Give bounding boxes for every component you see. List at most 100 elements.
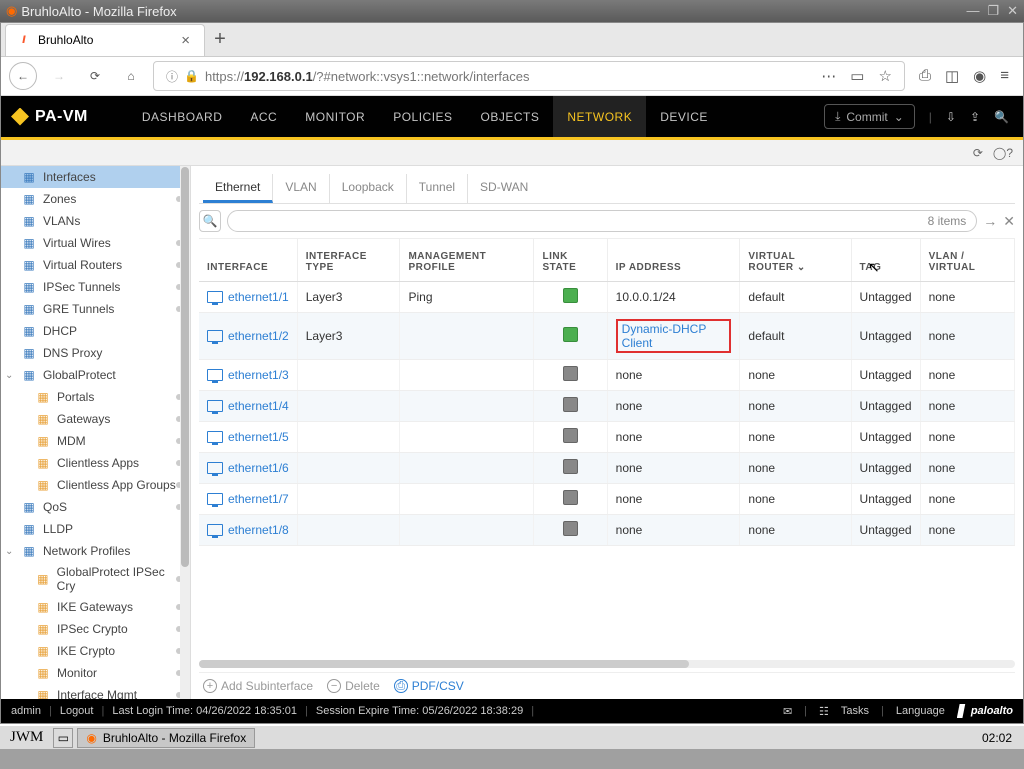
export-pdf-csv-button[interactable]: ⎙PDF/CSV — [394, 679, 464, 693]
sidebar-item-virtual-routers[interactable]: ▦Virtual Routers — [1, 254, 190, 276]
logout-link[interactable]: Logout — [60, 705, 94, 717]
sidebar-item-portals[interactable]: ▦Portals — [1, 386, 190, 408]
table-row[interactable]: ethernet1/4nonenoneUntaggednone — [199, 391, 1015, 422]
nav-policies[interactable]: POLICIES — [379, 96, 466, 137]
tab-tunnel[interactable]: Tunnel — [407, 174, 468, 203]
sidebar-item-virtual-wires[interactable]: ▦Virtual Wires — [1, 232, 190, 254]
messages-icon[interactable]: ✉ — [783, 705, 792, 718]
reload-button[interactable]: ⟳ — [81, 62, 109, 90]
nav-device[interactable]: DEVICE — [646, 96, 722, 137]
sidebar-item-ipsec-crypto[interactable]: ▦IPSec Crypto — [1, 618, 190, 640]
interface-link[interactable]: ethernet1/4 — [228, 399, 289, 413]
add-subinterface-button[interactable]: +Add Subinterface — [203, 679, 313, 693]
column-header[interactable]: INTERFACE TYPE — [297, 239, 400, 282]
interface-link[interactable]: ethernet1/5 — [228, 430, 289, 444]
sidebar-item-gre-tunnels[interactable]: ▦GRE Tunnels — [1, 298, 190, 320]
start-menu-button[interactable]: JWM — [4, 729, 49, 746]
sidebar-item-network-profiles[interactable]: ⌄▦Network Profiles — [1, 540, 190, 562]
home-button[interactable]: ⌂ — [117, 62, 145, 90]
sidebar-scrollbar[interactable] — [180, 166, 190, 699]
interface-link[interactable]: ethernet1/3 — [228, 368, 289, 382]
sidebar-item-interfaces[interactable]: ▦Interfaces — [1, 166, 190, 188]
ip-link[interactable]: Dynamic-DHCP Client — [622, 322, 706, 350]
search-next-icon[interactable]: → — [983, 213, 997, 229]
sidebar-item-clientless-apps[interactable]: ▦Clientless Apps — [1, 452, 190, 474]
column-header[interactable]: TAG — [851, 239, 920, 282]
config-import-icon[interactable]: ⇩ — [946, 110, 956, 124]
refresh-icon[interactable]: ⟳ — [973, 146, 983, 160]
browser-tab[interactable]: BruhloAlto × — [5, 24, 205, 56]
global-search-icon[interactable]: 🔍 — [994, 110, 1009, 124]
sidebar-item-vlans[interactable]: ▦VLANs — [1, 210, 190, 232]
sidebar-item-globalprotect[interactable]: ⌄▦GlobalProtect — [1, 364, 190, 386]
sidebar-item-lldp[interactable]: ▦LLDP — [1, 518, 190, 540]
sidebar-item-ipsec-tunnels[interactable]: ▦IPSec Tunnels — [1, 276, 190, 298]
page-actions-icon[interactable]: ⋯ — [821, 67, 836, 85]
sidebar-item-zones[interactable]: ▦Zones — [1, 188, 190, 210]
table-row[interactable]: ethernet1/5nonenoneUntaggednone — [199, 422, 1015, 453]
collapse-icon[interactable]: ⌄ — [5, 546, 13, 557]
interface-link[interactable]: ethernet1/6 — [228, 461, 289, 475]
url-bar[interactable]: ⓘ 🔒 https://192.168.0.1/?#network::vsys1… — [153, 61, 905, 91]
tab-close-button[interactable]: × — [177, 32, 194, 49]
interface-link[interactable]: ethernet1/8 — [228, 523, 289, 537]
collapse-icon[interactable]: ⌄ — [5, 370, 13, 381]
interface-link[interactable]: ethernet1/7 — [228, 492, 289, 506]
search-clear-icon[interactable]: ✕ — [1003, 213, 1015, 230]
tab-vlan[interactable]: VLAN — [273, 174, 329, 203]
column-header[interactable]: MANAGEMENT PROFILE — [400, 239, 534, 282]
hamburger-menu-icon[interactable]: ≡ — [1000, 67, 1009, 85]
maximize-button[interactable]: ❐ — [987, 3, 999, 19]
sidebar-item-globalprotect-ipsec-cry[interactable]: ▦GlobalProtect IPSec Cry — [1, 562, 190, 596]
sidebar-item-dhcp[interactable]: ▦DHCP — [1, 320, 190, 342]
sidebar-item-ike-crypto[interactable]: ▦IKE Crypto — [1, 640, 190, 662]
search-input[interactable]: 8 items — [227, 210, 977, 232]
sidebar-item-clientless-app-groups[interactable]: ▦Clientless App Groups — [1, 474, 190, 496]
interface-link[interactable]: ethernet1/1 — [228, 290, 289, 304]
tasks-link[interactable]: Tasks — [841, 705, 869, 717]
reader-view-icon[interactable]: ▭ — [850, 67, 864, 85]
search-button[interactable]: 🔍 — [199, 210, 221, 232]
column-header[interactable]: VLAN / VIRTUAL — [920, 239, 1014, 282]
language-link[interactable]: Language — [896, 705, 945, 717]
back-button[interactable]: ← — [9, 62, 37, 90]
config-export-icon[interactable]: ⇪ — [970, 110, 980, 124]
close-window-button[interactable]: ✕ — [1007, 3, 1018, 19]
delete-button[interactable]: −Delete — [327, 679, 380, 693]
bookmark-star-icon[interactable]: ☆ — [878, 67, 891, 85]
column-header[interactable]: VIRTUAL ROUTER ⌄ — [740, 239, 851, 282]
sidebar-item-gateways[interactable]: ▦Gateways — [1, 408, 190, 430]
column-header[interactable]: INTERFACE — [199, 239, 297, 282]
sidebar-item-mdm[interactable]: ▦MDM — [1, 430, 190, 452]
table-row[interactable]: ethernet1/7nonenoneUntaggednone — [199, 484, 1015, 515]
nav-objects[interactable]: OBJECTS — [467, 96, 554, 137]
interface-link[interactable]: ethernet1/2 — [228, 329, 289, 343]
table-row[interactable]: ethernet1/8nonenoneUntaggednone — [199, 515, 1015, 546]
column-header[interactable]: IP ADDRESS — [607, 239, 740, 282]
info-icon[interactable]: ⓘ — [166, 68, 178, 85]
sidebar-item-monitor[interactable]: ▦Monitor — [1, 662, 190, 684]
forward-button[interactable]: → — [45, 62, 73, 90]
nav-monitor[interactable]: MONITOR — [291, 96, 379, 137]
commit-button[interactable]: ⤓ Commit ⌄ — [824, 104, 915, 129]
horizontal-scrollbar[interactable] — [199, 660, 1015, 668]
tab-sd-wan[interactable]: SD-WAN — [468, 174, 540, 203]
help-icon[interactable]: ◯? — [993, 146, 1013, 160]
tab-loopback[interactable]: Loopback — [330, 174, 407, 203]
show-desktop-button[interactable]: ▭ — [53, 728, 73, 748]
nav-dashboard[interactable]: DASHBOARD — [128, 96, 237, 137]
taskbar-item-firefox[interactable]: ◉ BruhloAlto - Mozilla Firefox — [77, 728, 255, 748]
nav-network[interactable]: NETWORK — [553, 96, 646, 137]
sidebar-item-dns-proxy[interactable]: ▦DNS Proxy — [1, 342, 190, 364]
table-row[interactable]: ethernet1/3nonenoneUntaggednone — [199, 360, 1015, 391]
minimize-button[interactable]: — — [966, 3, 979, 19]
tasks-icon[interactable]: ☷ — [819, 705, 829, 718]
account-icon[interactable]: ◉ — [973, 67, 986, 85]
new-tab-button[interactable]: + — [205, 28, 235, 51]
sidebar-item-ike-gateways[interactable]: ▦IKE Gateways — [1, 596, 190, 618]
sidebar-item-qos[interactable]: ▦QoS — [1, 496, 190, 518]
tab-ethernet[interactable]: Ethernet — [203, 174, 273, 203]
table-row[interactable]: ethernet1/6nonenoneUntaggednone — [199, 453, 1015, 484]
column-header[interactable]: LINK STATE — [534, 239, 607, 282]
library-icon[interactable]: ⎙ — [919, 67, 931, 85]
